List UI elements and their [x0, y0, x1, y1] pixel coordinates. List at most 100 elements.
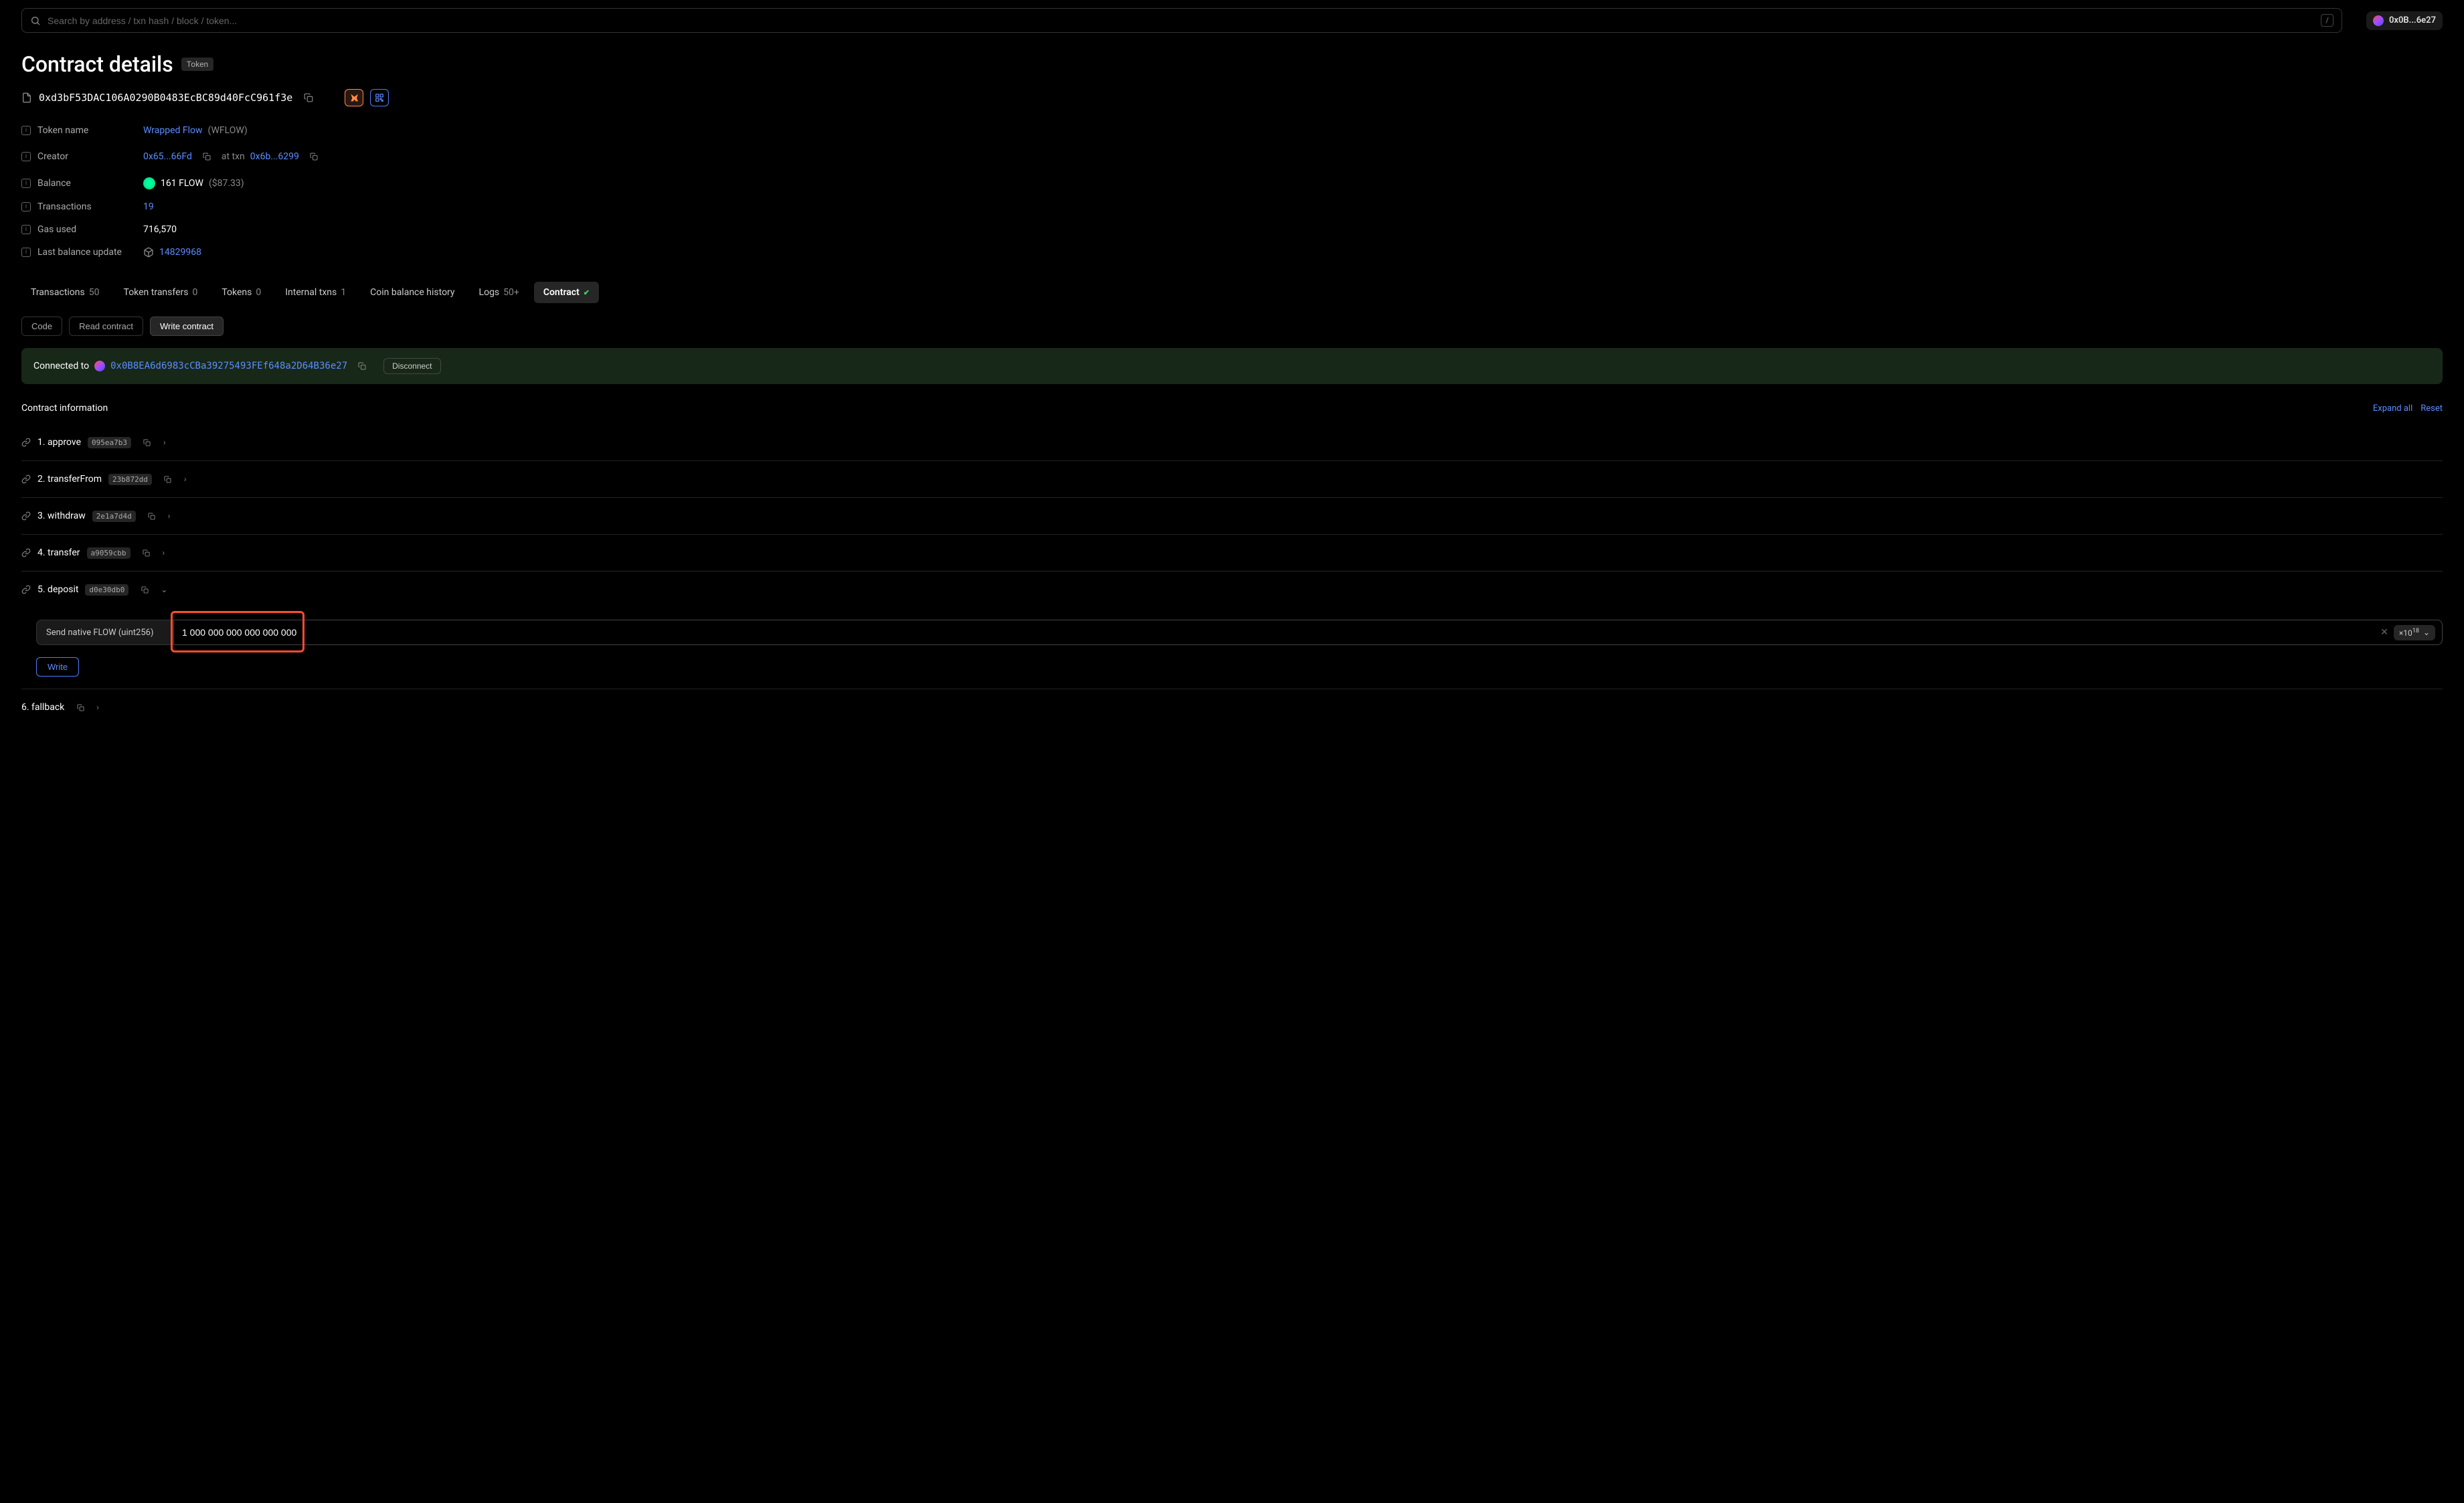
- method-sig: a9059cbb: [87, 547, 130, 559]
- copy-address-button[interactable]: [299, 89, 318, 106]
- copy-sig-button[interactable]: [135, 581, 154, 598]
- disconnect-button[interactable]: Disconnect: [383, 358, 440, 374]
- copy-icon: [164, 476, 171, 483]
- creator-link[interactable]: 0x65...66Fd: [143, 151, 192, 162]
- gas-used-value: 716,570: [143, 224, 177, 235]
- write-button[interactable]: Write: [36, 657, 79, 677]
- tab-token-transfers[interactable]: Token transfers 0: [114, 282, 207, 303]
- method-sig: 095ea7b3: [88, 437, 131, 448]
- subtab-write-contract[interactable]: Write contract: [150, 317, 224, 336]
- chevron-down-icon: ⌄: [161, 585, 167, 594]
- search-input[interactable]: [48, 15, 2314, 26]
- info-icon: i: [21, 202, 31, 211]
- copy-icon: [143, 549, 150, 557]
- copy-icon: [203, 153, 211, 161]
- subtab-code[interactable]: Code: [21, 317, 62, 336]
- expand-all-link[interactable]: Expand all: [2373, 404, 2412, 414]
- copy-icon: [358, 362, 366, 370]
- chevron-right-icon: ›: [163, 548, 165, 557]
- label-balance: Balance: [37, 178, 71, 189]
- qr-icon: [375, 93, 384, 102]
- link-icon: [21, 511, 31, 521]
- multiplier-selector[interactable]: ×1018 ⌄: [2394, 625, 2435, 640]
- method-row-deposit[interactable]: 5. deposit d0e30db0 ⌄: [21, 571, 2443, 608]
- method-sig: 23b872dd: [108, 474, 152, 485]
- last-update-block-link[interactable]: 14829968: [159, 247, 201, 258]
- subtab-read-contract[interactable]: Read contract: [69, 317, 143, 336]
- token-symbol: (WFLOW): [208, 125, 248, 136]
- search-icon: [30, 15, 41, 26]
- label-gas-used: Gas used: [37, 224, 76, 235]
- method-row-withdraw[interactable]: 3. withdraw 2e1a7d4d ›: [21, 498, 2443, 535]
- search-kbd-hint: /: [2321, 14, 2334, 27]
- token-name-link[interactable]: Wrapped Flow: [143, 125, 203, 136]
- deposit-input-label: Send native FLOW (uint256): [36, 620, 173, 645]
- method-row-approve[interactable]: 1. approve 095ea7b3 ›: [21, 424, 2443, 461]
- copy-connected-address-button[interactable]: [353, 357, 371, 375]
- link-icon: [21, 585, 31, 594]
- balance-amount: 161 FLOW: [161, 178, 203, 189]
- chevron-down-icon: ⌄: [2423, 628, 2430, 637]
- transactions-count-link[interactable]: 19: [143, 201, 154, 212]
- token-badge: Token: [181, 58, 213, 71]
- connected-address-link[interactable]: 0x0B8EA6d6983cCBa39275493FEf648a2D64B36e…: [110, 361, 347, 371]
- qr-button[interactable]: [370, 89, 389, 106]
- link-icon: [21, 548, 31, 557]
- reset-link[interactable]: Reset: [2421, 404, 2443, 414]
- creator-txn-prefix: at txn: [222, 151, 245, 162]
- flow-token-icon: [143, 177, 155, 189]
- contract-icon: [21, 92, 32, 103]
- method-sig: 2e1a7d4d: [92, 511, 136, 522]
- copy-sig-button[interactable]: [159, 470, 177, 488]
- info-icon: i: [21, 225, 31, 234]
- copy-sig-button[interactable]: [71, 699, 90, 716]
- tab-contract[interactable]: Contract✔: [534, 282, 599, 303]
- info-icon: i: [21, 179, 31, 188]
- copy-sig-button[interactable]: [137, 544, 156, 561]
- page-title: Contract details: [21, 52, 173, 77]
- chevron-right-icon: ›: [96, 703, 99, 712]
- copy-txn-button[interactable]: [304, 148, 323, 165]
- connected-to-label: Connected to: [33, 361, 89, 371]
- info-icon: i: [21, 248, 31, 257]
- method-row-transfer[interactable]: 4. transfer a9059cbb ›: [21, 535, 2443, 571]
- search-bar[interactable]: /: [21, 8, 2342, 33]
- connection-bar: Connected to 0x0B8EA6d6983cCBa39275493FE…: [21, 348, 2443, 384]
- tab-coin-balance-history[interactable]: Coin balance history: [361, 282, 464, 303]
- method-deposit-expanded: Send native FLOW (uint256) ✕ ×1018 ⌄: [21, 608, 2443, 689]
- method-row-fallback[interactable]: 6. fallback ›: [21, 689, 2443, 725]
- copy-creator-button[interactable]: [197, 148, 216, 165]
- section-title: Contract information: [21, 403, 108, 414]
- link-icon: [21, 474, 31, 484]
- copy-icon: [141, 586, 149, 594]
- account-short: 0x0B...6e27: [2389, 15, 2436, 25]
- block-icon: [143, 247, 154, 258]
- account-button[interactable]: 0x0B...6e27: [2366, 11, 2443, 30]
- label-last-update: Last balance update: [37, 247, 122, 258]
- deposit-amount-input[interactable]: [182, 620, 2380, 644]
- copy-icon: [143, 439, 151, 446]
- method-sig: d0e30db0: [85, 584, 128, 596]
- clear-input-button[interactable]: ✕: [2380, 627, 2388, 638]
- label-transactions: Transactions: [37, 201, 92, 212]
- label-creator: Creator: [37, 151, 68, 162]
- method-row-transferfrom[interactable]: 2. transferFrom 23b872dd ›: [21, 461, 2443, 498]
- tab-internal-txns[interactable]: Internal txns 1: [276, 282, 355, 303]
- tab-logs[interactable]: Logs 50+: [470, 282, 529, 303]
- copy-icon: [77, 704, 84, 711]
- avatar: [94, 361, 105, 371]
- tab-transactions[interactable]: Transactions 50: [21, 282, 109, 303]
- chevron-right-icon: ›: [163, 438, 166, 447]
- tab-tokens[interactable]: Tokens 0: [212, 282, 270, 303]
- contract-address: 0xd3bF53DAC106A0290B0483EcBC89d40FcC961f…: [39, 92, 292, 104]
- link-icon: [21, 438, 31, 447]
- copy-icon: [148, 513, 155, 520]
- verified-check-icon: ✔: [584, 288, 590, 297]
- chevron-right-icon: ›: [184, 474, 187, 484]
- copy-sig-button[interactable]: [138, 434, 157, 451]
- metamask-button[interactable]: [345, 89, 363, 106]
- balance-usd: ($87.33): [209, 178, 244, 189]
- creator-txn-link[interactable]: 0x6b...6299: [250, 151, 299, 162]
- copy-icon: [304, 93, 313, 102]
- copy-sig-button[interactable]: [143, 507, 161, 525]
